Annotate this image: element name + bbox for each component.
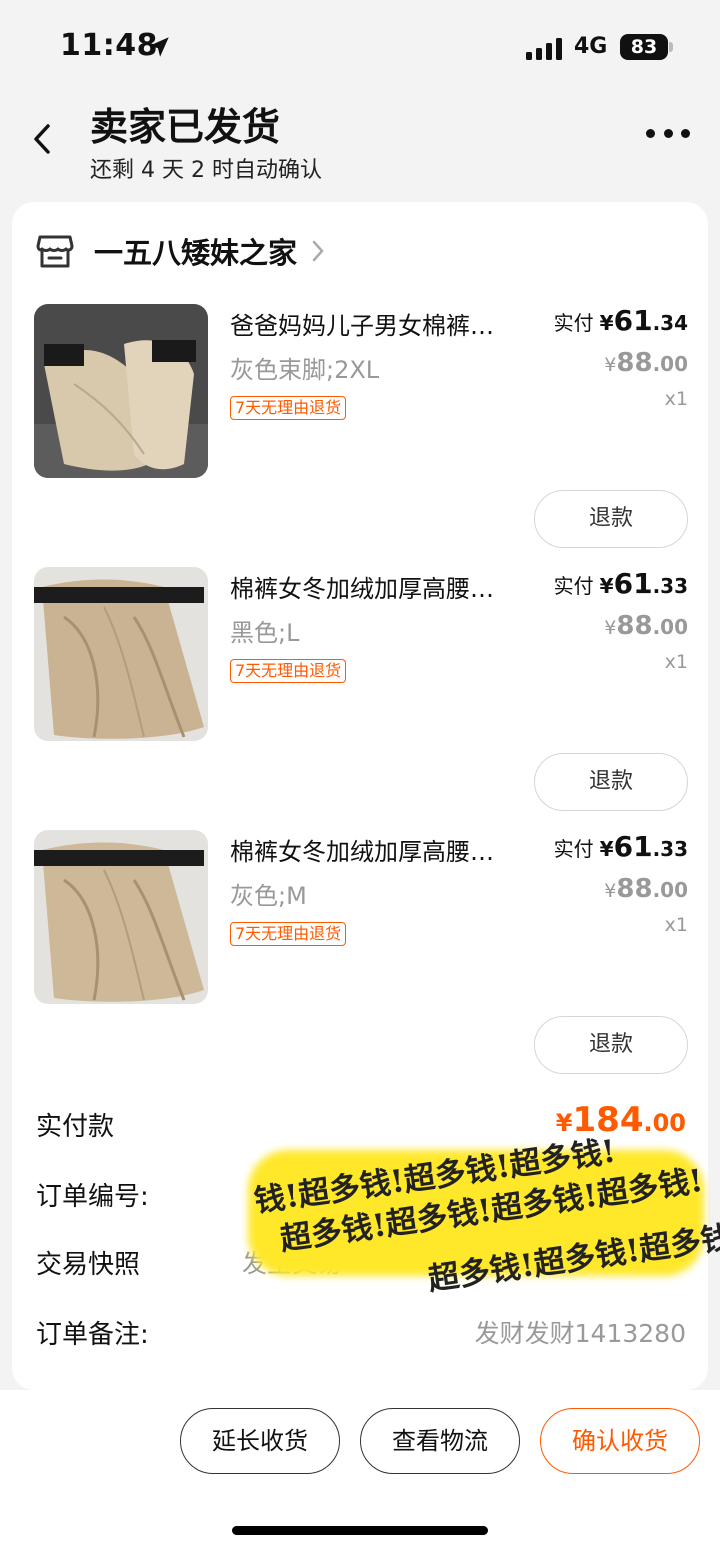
product-image[interactable] <box>34 567 208 741</box>
signal-icon <box>526 38 562 60</box>
orig-currency: ¥ <box>604 617 617 639</box>
watermark-sticker: 钱!超多钱!超多钱!超多钱! 超多钱!超多钱!超多钱!超多钱! 超多钱!超多钱!… <box>248 1133 720 1298</box>
battery-tip <box>669 42 673 52</box>
orig-currency: ¥ <box>604 354 617 376</box>
battery-level: 83 <box>630 36 658 58</box>
refund-button[interactable]: 退款 <box>534 1016 688 1074</box>
paid-decimal: .33 <box>652 837 688 861</box>
product-title[interactable]: 爸爸妈妈儿子男女棉裤… <box>230 306 550 341</box>
quantity: x1 <box>664 914 688 936</box>
total-decimal: .00 <box>643 1109 686 1137</box>
network-label: 4G <box>574 34 608 59</box>
orig-decimal: .00 <box>652 352 688 376</box>
original-price: ¥88.00 <box>604 611 688 641</box>
product-image[interactable] <box>34 304 208 478</box>
order-item: 棉裤女冬加绒加厚高腰… 灰色;M 7天无理由退货 实付 ¥61.33 ¥88.00… <box>12 830 708 1092</box>
battery-icon: 83 <box>620 34 668 60</box>
orig-decimal: .00 <box>652 878 688 902</box>
page-title: 卖家已发货 <box>90 105 281 149</box>
orig-decimal: .00 <box>652 615 688 639</box>
product-image[interactable] <box>34 830 208 1004</box>
remark-label: 订单备注: <box>36 1320 149 1350</box>
paid-price: 实付 ¥61.33 <box>554 830 688 863</box>
product-variant: 黑色;L <box>230 619 300 647</box>
paid-integer: 61 <box>613 567 653 600</box>
store-icon <box>36 235 74 268</box>
product-title[interactable]: 棉裤女冬加绒加厚高腰… <box>230 832 550 867</box>
paid-label: 实付 <box>553 311 594 335</box>
quantity: x1 <box>664 388 688 410</box>
back-icon[interactable] <box>30 122 54 156</box>
header: 卖家已发货 还剩 4 天 2 时自动确认 <box>0 92 720 196</box>
chevron-right-icon <box>312 240 324 262</box>
return-policy-badge: 7天无理由退货 <box>230 922 347 946</box>
paid-currency: ¥ <box>599 574 614 598</box>
quantity: x1 <box>664 651 688 673</box>
orig-integer: 88 <box>616 348 653 378</box>
orig-integer: 88 <box>616 874 653 904</box>
more-icon[interactable] <box>646 126 690 140</box>
paid-label: 实付 <box>553 574 594 598</box>
paid-integer: 61 <box>613 304 653 337</box>
paid-currency: ¥ <box>599 311 614 335</box>
location-arrow-icon <box>149 37 169 57</box>
status-bar: 11:48 4G 83 <box>0 0 720 90</box>
home-indicator[interactable] <box>232 1526 488 1535</box>
product-title[interactable]: 棉裤女冬加绒加厚高腰… <box>230 569 550 604</box>
paid-label: 实付 <box>553 837 594 861</box>
status-time: 11:48 <box>60 28 158 63</box>
snapshot-label: 交易快照 <box>36 1250 141 1280</box>
original-price: ¥88.00 <box>604 874 688 904</box>
remark-value: 发财发财1413280 <box>474 1319 686 1348</box>
paid-currency: ¥ <box>599 837 614 861</box>
paid-decimal: .34 <box>652 311 688 335</box>
order-item: 棉裤女冬加绒加厚高腰… 黑色;L 7天无理由退货 实付 ¥61.33 ¥88.00… <box>12 567 708 829</box>
confirm-receipt-button[interactable]: 确认收货 <box>540 1408 700 1474</box>
return-policy-badge: 7天无理由退货 <box>230 659 347 683</box>
extend-receipt-button[interactable]: 延长收货 <box>180 1408 340 1474</box>
return-policy-badge: 7天无理由退货 <box>230 396 347 420</box>
remark-row: 订单备注: 发财发财1413280 <box>36 1314 686 1354</box>
paid-price: 实付 ¥61.33 <box>554 567 688 600</box>
order-item: 爸爸妈妈儿子男女棉裤… 灰色束脚;2XL 7天无理由退货 实付 ¥61.34 ¥8… <box>12 304 708 566</box>
product-variant: 灰色;M <box>230 882 307 910</box>
paid-price: 实付 ¥61.34 <box>554 304 688 337</box>
bottom-action-bar: 延长收货 查看物流 确认收货 <box>0 1390 720 1558</box>
paid-integer: 61 <box>613 830 653 863</box>
total-label: 实付款 <box>36 1112 115 1142</box>
order-number-label: 订单编号: <box>36 1182 149 1212</box>
original-price: ¥88.00 <box>604 348 688 378</box>
product-variant: 灰色束脚;2XL <box>230 356 380 384</box>
refund-button[interactable]: 退款 <box>534 753 688 811</box>
orig-integer: 88 <box>616 611 653 641</box>
shop-name: 一五八矮妹之家 <box>94 236 298 270</box>
refund-button[interactable]: 退款 <box>534 490 688 548</box>
view-logistics-button[interactable]: 查看物流 <box>360 1408 520 1474</box>
shop-row[interactable]: 一五八矮妹之家 <box>36 228 325 274</box>
page-subtitle: 还剩 4 天 2 时自动确认 <box>90 158 322 183</box>
orig-currency: ¥ <box>604 880 617 902</box>
paid-decimal: .33 <box>652 574 688 598</box>
